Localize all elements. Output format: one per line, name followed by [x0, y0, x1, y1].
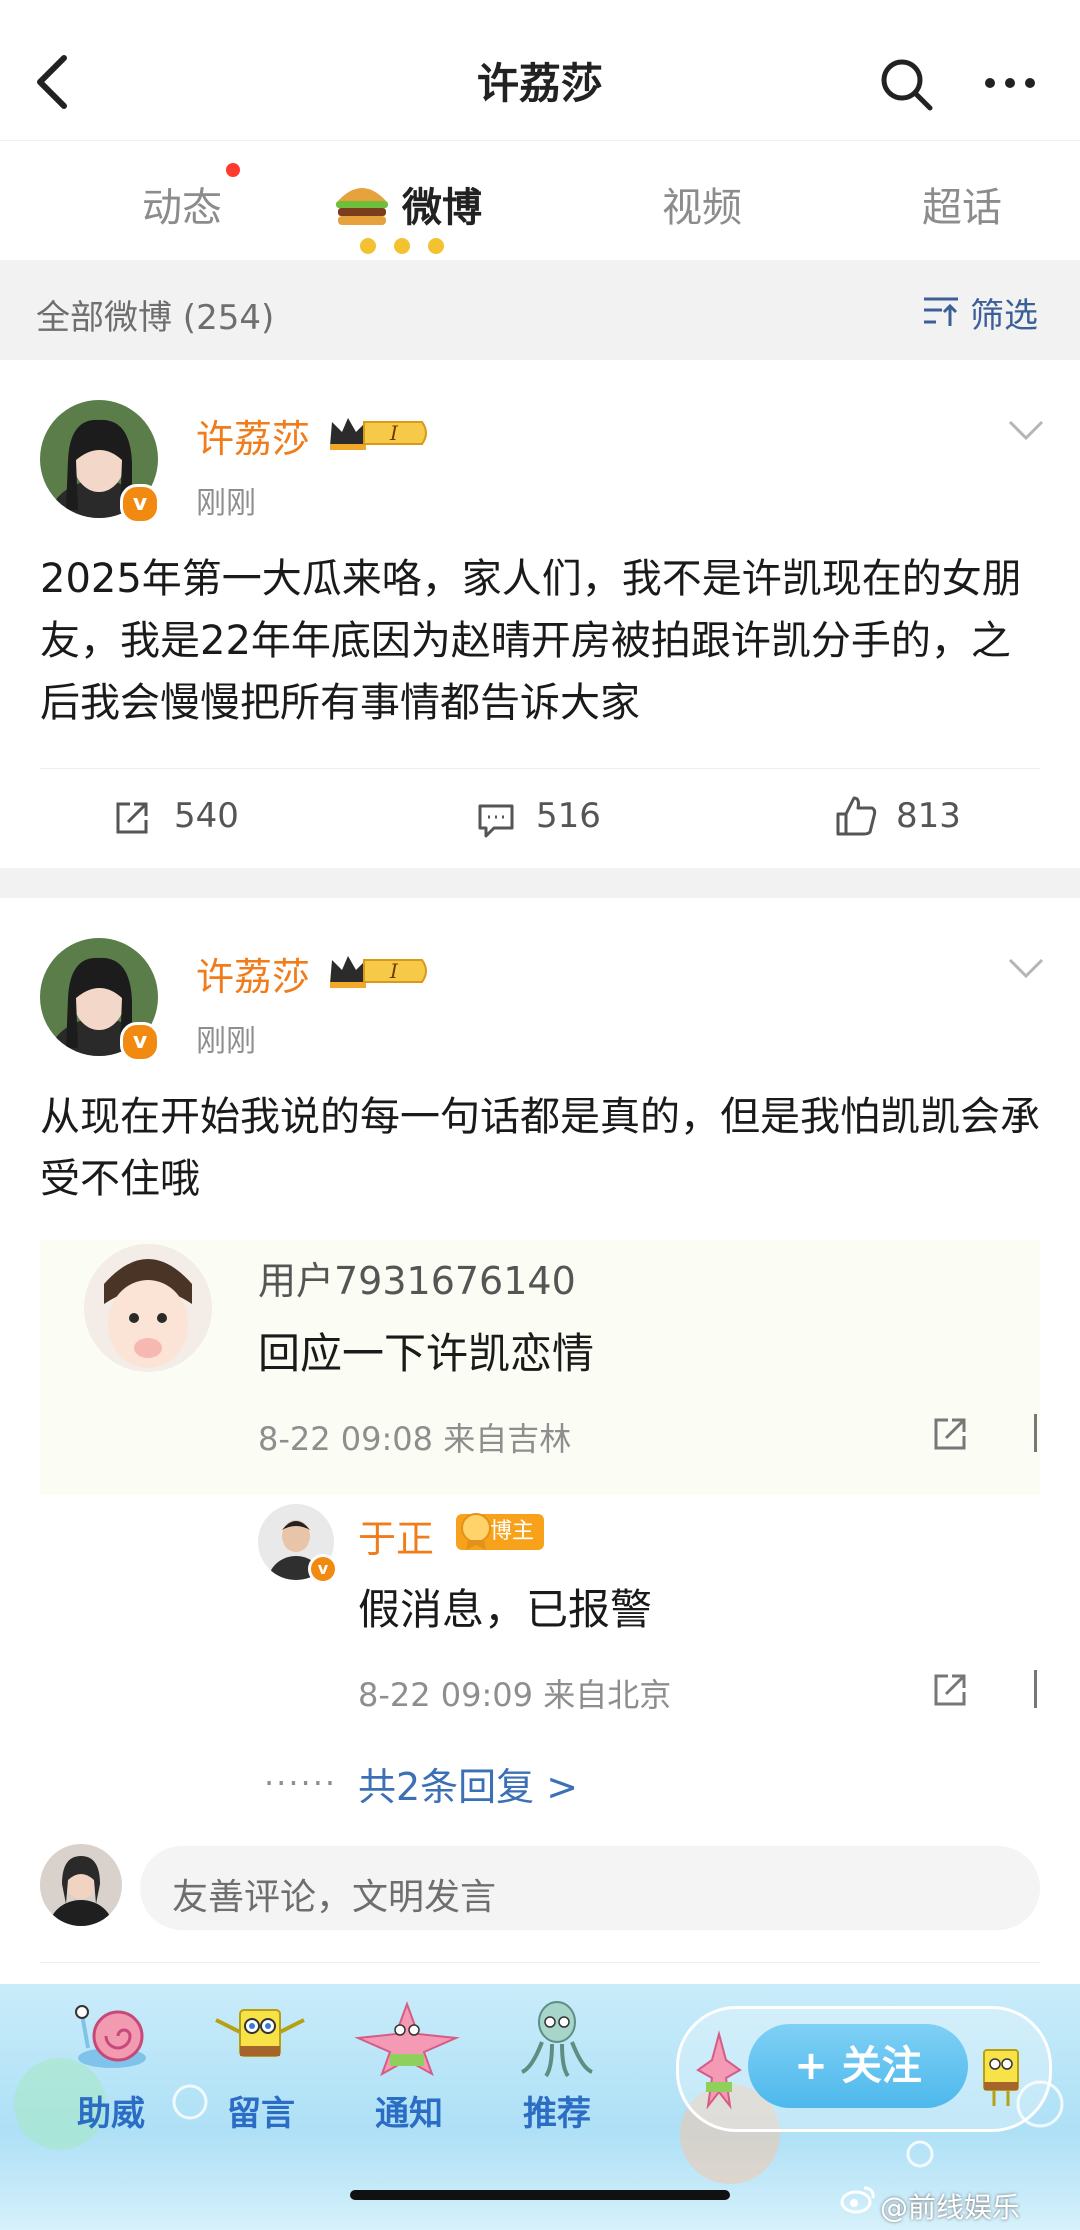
repost-count[interactable]: 540 — [174, 796, 239, 836]
my-avatar[interactable] — [40, 1844, 122, 1926]
post-time: 刚刚 — [196, 1024, 256, 1059]
weibo-count: 全部微博 (254) — [36, 298, 275, 338]
crown-icon: I — [330, 418, 427, 450]
my-avatar-image — [40, 1844, 122, 1926]
post-author[interactable]: 许荔莎 — [196, 408, 310, 463]
tab-video[interactable]: 视频 — [662, 175, 742, 233]
comment-input-placeholder: 友善评论，文明发言 — [172, 1877, 497, 1918]
share-icon[interactable] — [930, 1414, 970, 1454]
nav-message[interactable]: 留言 — [206, 2086, 316, 2135]
verified-badge: v — [120, 1022, 160, 1062]
chevron-down-icon[interactable] — [1006, 418, 1046, 442]
tab-bar: 动态 微博 视频 超话 — [0, 140, 1080, 261]
nav-recommend[interactable]: 推荐 — [502, 2086, 612, 2135]
nav-notify[interactable]: 通知 — [354, 2086, 464, 2135]
tab-dynamic[interactable]: 动态 — [142, 175, 222, 233]
burger-icon — [336, 188, 388, 225]
more-replies-link[interactable]: 共2条回复 > — [358, 1756, 578, 1811]
reply-dots: ······ — [264, 1764, 338, 1802]
follow-button[interactable]: + 关注 — [748, 2024, 968, 2108]
patrick-small-icon — [696, 2030, 742, 2110]
commenter-avatar-image — [84, 1244, 212, 1372]
more-icon[interactable] — [980, 68, 1040, 98]
divider — [40, 1962, 1040, 1963]
tab-weibo[interactable]: 微博 — [402, 175, 482, 233]
commenter-avatar[interactable] — [84, 1244, 212, 1372]
share-icon[interactable] — [930, 1670, 970, 1710]
spongebob-icon[interactable] — [210, 2002, 310, 2072]
like-count[interactable]: 813 — [896, 796, 961, 836]
partial-icon — [1034, 1670, 1043, 1708]
post-text: 2025年第一大瓜来咯，家人们，我不是许凯现在的女朋友，我是22年年底因为赵晴开… — [40, 556, 1022, 726]
svg-text:I: I — [389, 421, 399, 445]
patrick-icon[interactable] — [352, 2000, 462, 2078]
chevron-down-icon[interactable] — [1006, 956, 1046, 980]
comment-icon[interactable] — [476, 800, 516, 840]
section-separator — [0, 868, 1080, 898]
tab-supertopic[interactable]: 超话 — [922, 175, 1002, 233]
squidward-icon[interactable] — [512, 1998, 602, 2078]
reply-author[interactable]: 于正 — [358, 1508, 434, 1563]
svg-text:I: I — [389, 959, 399, 983]
coins-icon — [360, 238, 444, 254]
verified-badge: v — [120, 484, 160, 524]
filter-icon[interactable] — [922, 294, 960, 328]
filter-button[interactable]: 筛选 — [970, 288, 1038, 337]
weibo-logo-icon — [840, 2186, 875, 2214]
like-icon[interactable] — [834, 794, 878, 838]
commenter-name[interactable]: 用户7931676140 — [258, 1250, 576, 1305]
post-text: 从现在开始我说的每一句话都是真的，但是我怕凯凯会承受不住哦 — [40, 1094, 1040, 1202]
snail-icon[interactable] — [72, 1998, 152, 2072]
notification-dot — [226, 163, 240, 177]
watermark: @前线娱乐 — [880, 2191, 1021, 2224]
post-time: 刚刚 — [196, 486, 256, 521]
comment-meta: 8-22 09:08 来自吉林 — [258, 1420, 572, 1458]
comment-count[interactable]: 516 — [536, 796, 601, 836]
search-icon[interactable] — [878, 56, 934, 112]
nav-cheer[interactable]: 助威 — [56, 2086, 166, 2135]
verified-badge: v — [308, 1554, 338, 1584]
spongebob-small-icon — [983, 2049, 1019, 2106]
partial-icon — [1034, 1414, 1043, 1452]
home-indicator — [350, 2190, 730, 2200]
post-author[interactable]: 许荔莎 — [196, 946, 310, 1001]
reply-meta: 8-22 09:09 来自北京 — [358, 1676, 672, 1714]
divider — [40, 768, 1040, 769]
crown-icon: I — [330, 956, 427, 988]
reply-text: 假消息，已报警 — [358, 1585, 653, 1634]
medal-icon — [461, 1513, 491, 1550]
repost-icon[interactable] — [112, 798, 152, 838]
comment-text: 回应一下许凯恋情 — [258, 1329, 595, 1378]
